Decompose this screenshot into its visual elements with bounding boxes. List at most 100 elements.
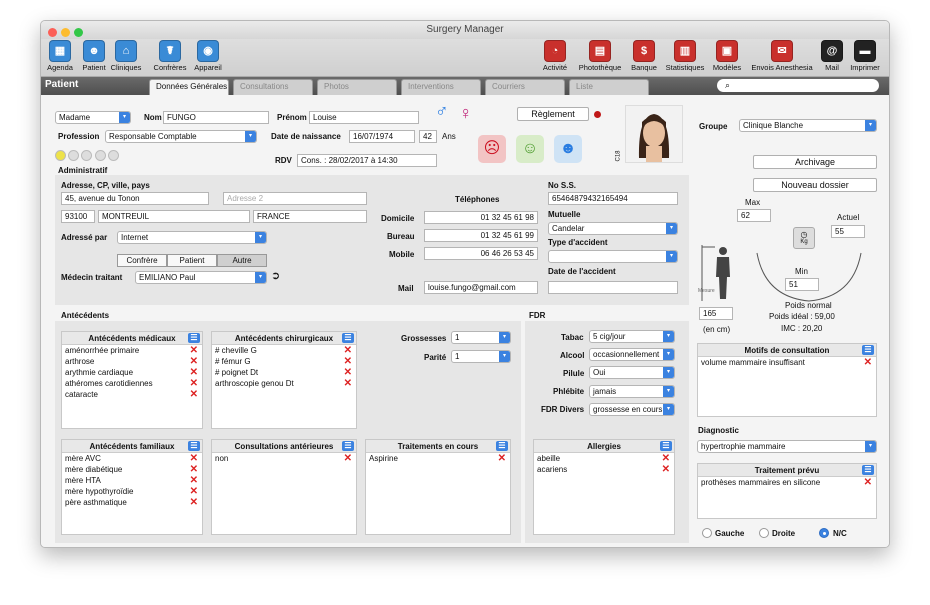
list-item[interactable]: arthroscopie genou Dt ✕ xyxy=(212,378,356,389)
seg-patient[interactable]: Patient xyxy=(167,254,217,267)
close-window-icon[interactable] xyxy=(48,28,57,37)
toolbar-confreres-button[interactable]: ☤ Confrères xyxy=(149,39,191,72)
list-item[interactable]: arythmie cardiaque ✕ xyxy=(62,367,202,378)
delete-icon[interactable]: ✕ xyxy=(190,453,198,464)
rating-dots[interactable] xyxy=(55,150,119,163)
seg-autre[interactable]: Autre xyxy=(217,254,267,267)
rating-dot-icon[interactable] xyxy=(94,150,106,161)
nom-field[interactable]: FUNGO xyxy=(163,111,269,124)
cp-field[interactable]: 93100 xyxy=(61,210,95,223)
list-item[interactable]: mère diabétique ✕ xyxy=(62,464,202,475)
delete-icon[interactable]: ✕ xyxy=(344,453,352,464)
antecedents-medicaux-box[interactable]: Antécédents médicaux ☰ aménorrhée primair… xyxy=(61,331,203,429)
nss-field[interactable]: 65464879432165494 xyxy=(548,192,678,205)
rating-dot-icon[interactable] xyxy=(81,150,93,161)
list-icon[interactable]: ☰ xyxy=(862,345,874,355)
toolbar-imprimer-button[interactable]: ▬ Imprimer xyxy=(847,39,883,72)
toolbar-patient-button[interactable]: ☻ Patient xyxy=(77,39,111,72)
list-item[interactable]: Aspirine ✕ xyxy=(366,453,510,464)
rating-dot-icon[interactable] xyxy=(107,150,119,161)
toolbar-statistiques-button[interactable]: ▥ Statistiques xyxy=(662,39,708,72)
toolbar-mail-button[interactable]: @ Mail xyxy=(817,39,847,72)
toolbar-envois-button[interactable]: ✉ Envois Anesthesia xyxy=(747,39,817,72)
rating-dot-icon[interactable] xyxy=(55,150,66,161)
motifs-consultation-box[interactable]: Motifs de consultation ☰ volume mammaire … xyxy=(697,343,877,417)
tab-consultations[interactable]: Consultations xyxy=(233,79,313,95)
minimize-window-icon[interactable] xyxy=(61,28,70,37)
phlebite-select[interactable]: jamais ▾ xyxy=(589,385,675,398)
mutuelle-select[interactable]: Candelar ▾ xyxy=(548,222,678,235)
delete-icon[interactable]: ✕ xyxy=(864,477,872,488)
rdv-field[interactable]: Cons. : 28/02/2017 à 14:30 xyxy=(297,154,437,167)
delete-icon[interactable]: ✕ xyxy=(190,389,198,400)
tab-courriers[interactable]: Courriers xyxy=(485,79,565,95)
allergies-box[interactable]: Allergies ☰ abeille ✕ acariens ✕ xyxy=(533,439,675,535)
list-item[interactable]: mère hypothyroïdie ✕ xyxy=(62,486,202,497)
tab-donnees-generales[interactable]: Données Générales xyxy=(149,79,229,95)
zoom-window-icon[interactable] xyxy=(74,28,83,37)
list-item[interactable]: cataracte ✕ xyxy=(62,389,202,400)
toolbar-modeles-button[interactable]: ▣ Modèles xyxy=(708,39,746,72)
profession-select[interactable]: Responsable Comptable ▾ xyxy=(105,130,257,143)
list-item[interactable]: # poignet Dt ✕ xyxy=(212,367,356,378)
tab-interventions[interactable]: Interventions xyxy=(401,79,481,95)
happy-face-icon[interactable]: ☻ xyxy=(554,135,582,163)
delete-icon[interactable]: ✕ xyxy=(344,356,352,367)
delete-icon[interactable]: ✕ xyxy=(344,378,352,389)
consultations-anterieures-box[interactable]: Consultations antérieures ☰ non ✕ xyxy=(211,439,357,535)
list-item[interactable]: acariens ✕ xyxy=(534,464,674,475)
list-item[interactable]: arthrose ✕ xyxy=(62,356,202,367)
grossesses-select[interactable]: 1 ▾ xyxy=(451,331,511,344)
delete-icon[interactable]: ✕ xyxy=(864,357,872,368)
civility-select[interactable]: Madame ▾ xyxy=(55,111,131,124)
search-input[interactable]: ⌕ xyxy=(717,79,879,92)
list-icon[interactable]: ☰ xyxy=(660,441,672,451)
traitement-prevu-box[interactable]: Traitement prévu ☰ prothèses mammaires en… xyxy=(697,463,877,519)
toolbar-appareil-button[interactable]: ◉ Appareil xyxy=(191,39,225,72)
delete-icon[interactable]: ✕ xyxy=(190,345,198,356)
scale-icon[interactable]: ◷ Kg xyxy=(793,227,815,249)
city-field[interactable]: MONTREUIL xyxy=(98,210,250,223)
adresse-par-select[interactable]: Internet ▾ xyxy=(117,231,267,244)
delete-icon[interactable]: ✕ xyxy=(190,464,198,475)
toolbar-agenda-button[interactable]: ▦ Agenda xyxy=(43,39,77,72)
patient-photo[interactable] xyxy=(625,105,683,163)
max-field[interactable]: 62 xyxy=(737,209,771,222)
age-field[interactable]: 42 xyxy=(419,130,437,143)
archivage-button[interactable]: Archivage xyxy=(753,155,877,169)
accident-select[interactable]: ▾ xyxy=(548,250,678,263)
taille-field[interactable]: 165 xyxy=(699,307,733,320)
country-field[interactable]: FRANCE xyxy=(253,210,367,223)
toolbar-banque-button[interactable]: $ Banque xyxy=(625,39,663,72)
min-field[interactable]: 51 xyxy=(785,278,819,291)
list-icon[interactable]: ☰ xyxy=(342,441,354,451)
mail-field[interactable]: louise.fungo@gmail.com xyxy=(424,281,538,294)
actuel-field[interactable]: 55 xyxy=(831,225,865,238)
toolbar-activite-button[interactable]: ◔ Activité xyxy=(536,39,574,72)
list-item[interactable]: # cheville G ✕ xyxy=(212,345,356,356)
list-item[interactable]: athéromes carotidiennes ✕ xyxy=(62,378,202,389)
diagnostic-select[interactable]: hypertrophie mammaire ▾ xyxy=(697,440,877,453)
go-arrow-icon[interactable]: ➲ xyxy=(271,269,280,282)
list-item[interactable]: mère AVC ✕ xyxy=(62,453,202,464)
unhappy-face-icon[interactable]: ☹ xyxy=(478,135,506,163)
nouveau-dossier-button[interactable]: Nouveau dossier xyxy=(753,178,877,192)
fdr-divers-select[interactable]: grossesse en cours ▾ xyxy=(589,403,675,416)
reglement-button[interactable]: Règlement xyxy=(517,107,589,121)
rating-dot-icon[interactable] xyxy=(68,150,80,161)
bureau-field[interactable]: 01 32 45 61 99 xyxy=(424,229,538,242)
mobile-field[interactable]: 06 46 26 53 45 xyxy=(424,247,538,260)
seg-confrere[interactable]: Confrère xyxy=(117,254,167,267)
delete-icon[interactable]: ✕ xyxy=(190,497,198,508)
prenom-field[interactable]: Louise xyxy=(309,111,419,124)
toolbar-cliniques-button[interactable]: ⌂ Cliniques xyxy=(109,39,143,72)
list-icon[interactable]: ☰ xyxy=(342,333,354,343)
delete-icon[interactable]: ✕ xyxy=(190,367,198,378)
list-icon[interactable]: ☰ xyxy=(188,441,200,451)
antecedents-familiaux-box[interactable]: Antécédents familiaux ☰ mère AVC ✕ mère di… xyxy=(61,439,203,535)
address-line1-field[interactable]: 45, avenue du Tonon xyxy=(61,192,209,205)
toolbar-phototheque-button[interactable]: ▤ Photothèque xyxy=(576,39,624,72)
list-icon[interactable]: ☰ xyxy=(496,441,508,451)
delete-icon[interactable]: ✕ xyxy=(662,453,670,464)
tabac-select[interactable]: 5 cig/jour ▾ xyxy=(589,330,675,343)
